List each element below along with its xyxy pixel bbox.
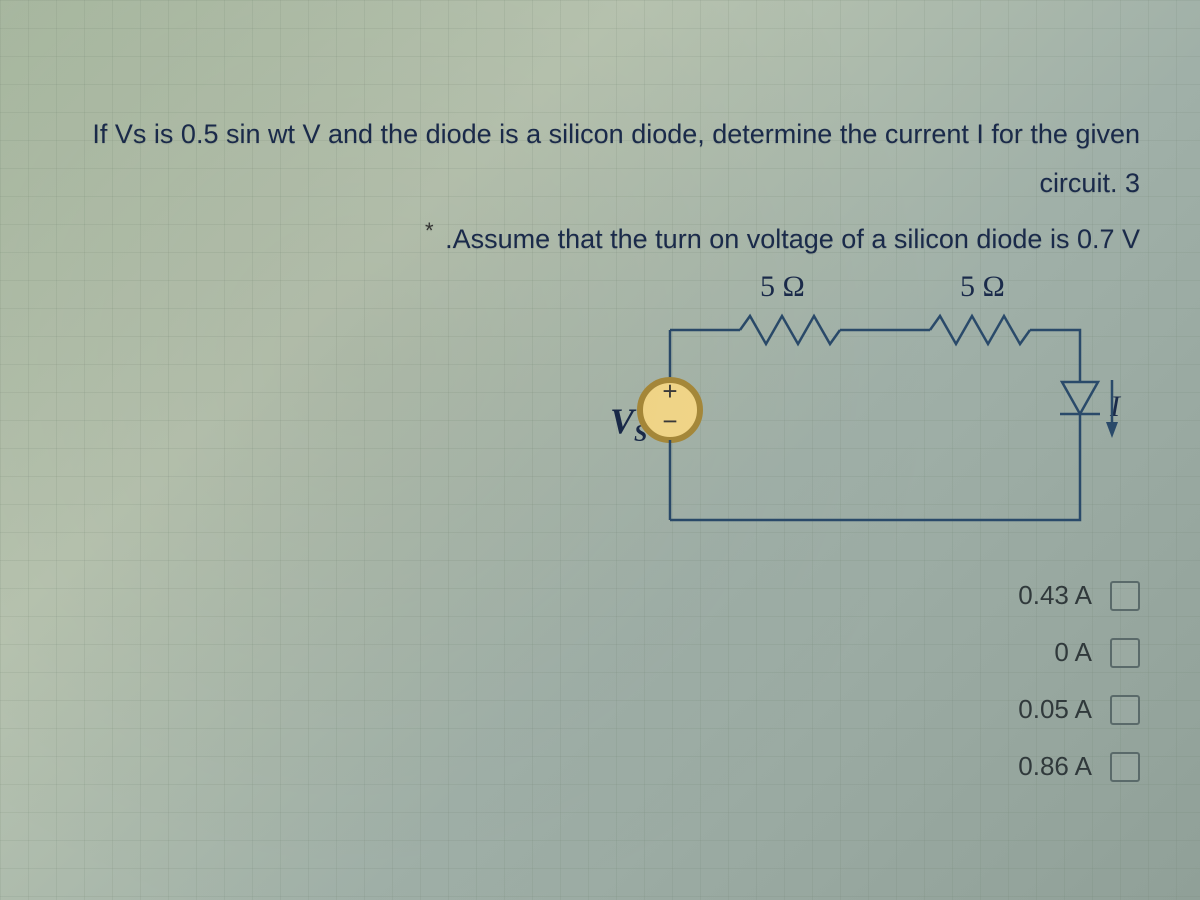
svg-text:+: + <box>662 376 677 406</box>
option-row: 0 A <box>1054 637 1140 668</box>
question-text: If Vs is 0.5 sin wt V and the diode is a… <box>40 110 1160 264</box>
answer-options: 0.43 A 0 A 0.05 A 0.86 A <box>1018 580 1140 782</box>
option-checkbox-1[interactable] <box>1110 581 1140 611</box>
option-label: 0.86 A <box>1018 751 1092 782</box>
option-checkbox-3[interactable] <box>1110 695 1140 725</box>
required-asterisk: * <box>425 218 434 243</box>
option-row: 0.86 A <box>1018 751 1140 782</box>
option-row: 0.43 A <box>1018 580 1140 611</box>
question-assumption: .Assume that the turn on voltage of a si… <box>445 224 1140 254</box>
option-label: 0.05 A <box>1018 694 1092 725</box>
option-checkbox-4[interactable] <box>1110 752 1140 782</box>
current-arrow-icon <box>1106 422 1118 438</box>
circuit-diagram: 5 Ω 5 Ω VS I + − <box>600 270 1120 550</box>
svg-text:−: − <box>662 406 677 436</box>
circuit-svg: + − <box>640 310 1120 550</box>
option-checkbox-2[interactable] <box>1110 638 1140 668</box>
question-line1: If Vs is 0.5 sin wt V and the diode is a… <box>92 119 1140 198</box>
option-label: 0 A <box>1054 637 1092 668</box>
option-row: 0.05 A <box>1018 694 1140 725</box>
option-label: 0.43 A <box>1018 580 1092 611</box>
question-points: 3 <box>1125 168 1140 198</box>
